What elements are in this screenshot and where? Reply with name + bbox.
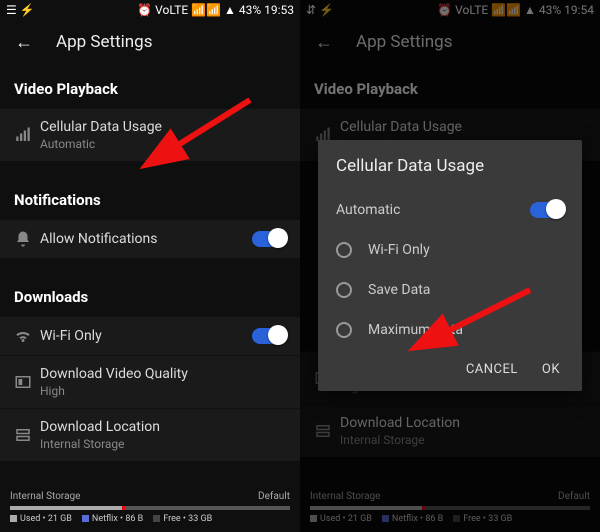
row-label: Cellular Data Usage xyxy=(40,119,286,135)
row-cellular-data-usage[interactable]: Cellular Data Usage Automatic xyxy=(0,108,300,161)
row-sublabel: Automatic xyxy=(40,137,286,151)
radio-icon xyxy=(336,322,352,338)
ok-button[interactable]: OK xyxy=(542,362,560,377)
legend-free: Free • 33 GB xyxy=(153,514,212,524)
notifications-toggle[interactable] xyxy=(252,231,286,247)
page-title: App Settings xyxy=(36,32,288,52)
legend-netflix: Netflix • 86 B xyxy=(82,514,143,524)
row-label: Allow Notifications xyxy=(40,231,252,247)
wifi-only-toggle[interactable] xyxy=(252,328,286,344)
status-bar: ☰ ⚡ ⏰ VoLTE 📶📶 ▲ 43% 19:53 xyxy=(0,0,300,20)
status-left-icons: ☰ ⚡ xyxy=(6,4,35,16)
row-sublabel: High xyxy=(40,384,286,398)
bell-icon xyxy=(14,230,40,248)
signal-bars-icon xyxy=(14,126,40,144)
section-notifications: Notifications xyxy=(0,175,300,219)
storage-footer: Internal Storage Default Used • 21 GB Ne… xyxy=(0,485,300,532)
back-arrow-icon[interactable]: ← xyxy=(12,32,36,53)
storage-title: Internal Storage xyxy=(10,491,80,502)
row-wifi-only[interactable]: Wi-Fi Only xyxy=(0,316,300,355)
storage-icon xyxy=(14,426,40,444)
cancel-button[interactable]: CANCEL xyxy=(466,362,518,377)
dialog-row-automatic[interactable]: Automatic xyxy=(336,190,564,230)
storage-bar xyxy=(10,506,290,510)
radio-icon xyxy=(336,282,352,298)
dialog-title: Cellular Data Usage xyxy=(336,156,564,176)
app-header: ← App Settings xyxy=(0,20,300,64)
row-download-quality[interactable]: Download Video Quality High xyxy=(0,355,300,408)
option-label: Wi-Fi Only xyxy=(368,242,564,258)
video-quality-icon xyxy=(14,373,40,391)
dialog-option-wifi-only[interactable]: Wi-Fi Only xyxy=(336,230,564,270)
section-downloads: Downloads xyxy=(0,272,300,316)
section-video-playback: Video Playback xyxy=(0,64,300,108)
legend-used: Used • 21 GB xyxy=(10,514,72,524)
right-screenshot: ⇵ ⚡ ⏰ VoLTE 📶📶 ▲ 43% 19:54 ← App Setting… xyxy=(300,0,600,532)
row-sublabel: Internal Storage xyxy=(40,437,286,451)
cellular-data-dialog: Cellular Data Usage Automatic Wi-Fi Only… xyxy=(318,140,582,391)
status-right-icons: ⏰ VoLTE 📶📶 ▲ 43% 19:53 xyxy=(137,4,294,16)
dialog-option-save-data[interactable]: Save Data xyxy=(336,270,564,310)
row-label: Download Video Quality xyxy=(40,366,286,382)
row-download-location[interactable]: Download Location Internal Storage xyxy=(0,408,300,461)
option-label: Maximum Data xyxy=(368,322,564,338)
automatic-label: Automatic xyxy=(336,202,530,218)
automatic-toggle[interactable] xyxy=(530,202,564,218)
row-label: Download Location xyxy=(40,419,286,435)
option-label: Save Data xyxy=(368,282,564,298)
left-screenshot: ☰ ⚡ ⏰ VoLTE 📶📶 ▲ 43% 19:53 ← App Setting… xyxy=(0,0,300,532)
dialog-option-maximum-data[interactable]: Maximum Data xyxy=(336,310,564,350)
row-allow-notifications[interactable]: Allow Notifications xyxy=(0,219,300,258)
wifi-icon xyxy=(14,327,40,345)
storage-default: Default xyxy=(258,491,290,502)
radio-icon xyxy=(336,242,352,258)
row-label: Wi-Fi Only xyxy=(40,328,252,344)
